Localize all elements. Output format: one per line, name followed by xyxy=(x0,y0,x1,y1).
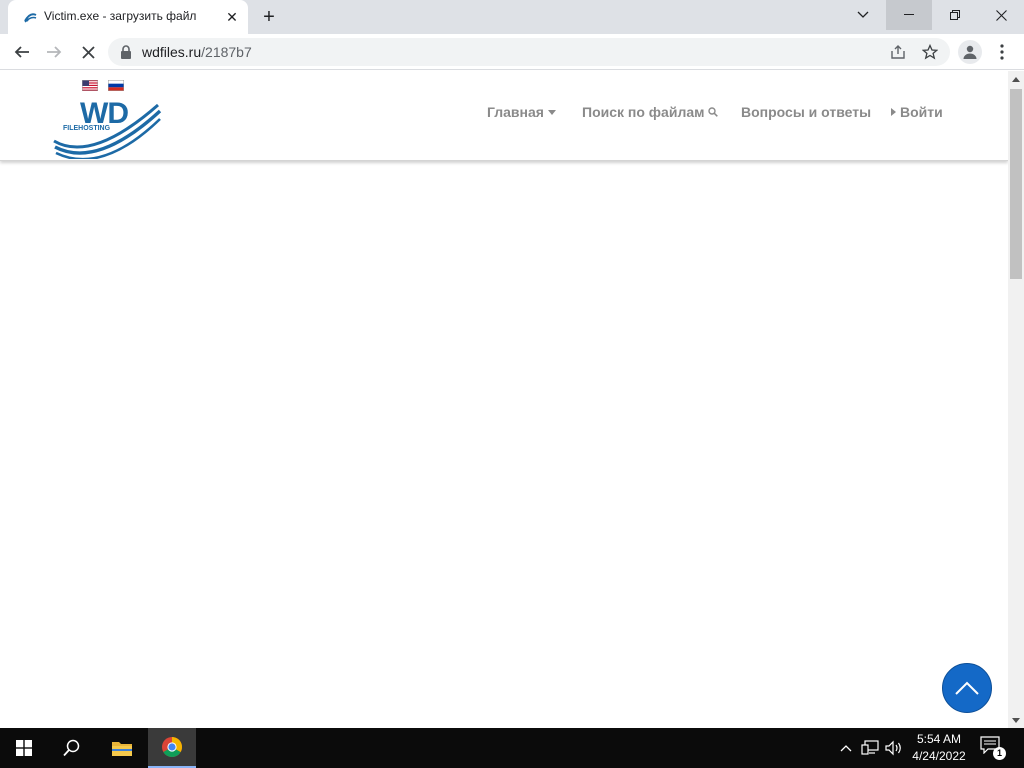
clock-time: 5:54 AM xyxy=(916,732,962,746)
volume-icon xyxy=(885,740,901,756)
nav-faq[interactable]: Вопросы и ответы xyxy=(741,102,871,122)
scroll-down-button[interactable] xyxy=(1008,712,1024,728)
tab-close-icon[interactable]: ✕ xyxy=(224,9,240,25)
star-icon xyxy=(922,44,938,60)
chrome-taskbar-button[interactable] xyxy=(148,728,196,768)
browser-menu-button[interactable] xyxy=(992,40,1012,64)
browser-toolbar: wdfiles.ru/2187b7 xyxy=(0,34,1024,70)
stop-loading-icon xyxy=(81,45,95,59)
scroll-to-top-button[interactable] xyxy=(942,663,992,713)
back-button[interactable] xyxy=(8,38,36,66)
notification-count-badge: 1 xyxy=(993,747,1006,760)
scroll-up-button[interactable] xyxy=(1008,71,1024,87)
url-path: /2187b7 xyxy=(201,44,252,60)
search-icon xyxy=(63,739,80,757)
nav-home[interactable]: Главная xyxy=(487,102,556,122)
network-icon xyxy=(861,740,879,755)
taskbar-search-button[interactable] xyxy=(48,728,96,768)
bookmark-button[interactable] xyxy=(920,42,940,62)
browser-titlebar: Victim.exe - загрузить файл ✕ + xyxy=(0,0,1024,34)
tab-search-button[interactable] xyxy=(840,0,886,30)
share-icon xyxy=(891,45,905,59)
profile-icon xyxy=(963,45,977,59)
url-host: wdfiles.ru xyxy=(142,44,202,60)
us-flag-icon[interactable] xyxy=(82,80,98,91)
site-header: WD FILEHOSTING Главная Поиск по файлам В… xyxy=(0,71,1008,161)
show-hidden-icons-button[interactable] xyxy=(836,738,856,758)
address-bar[interactable]: wdfiles.ru/2187b7 xyxy=(108,38,950,66)
network-button[interactable] xyxy=(860,738,880,758)
taskbar-clock[interactable]: 5:54 AM 4/24/2022 xyxy=(906,731,972,765)
caret-right-icon xyxy=(891,108,896,116)
volume-button[interactable] xyxy=(884,738,904,758)
folder-icon xyxy=(112,742,132,756)
back-arrow-icon xyxy=(14,46,29,58)
nav-search-label: Поиск по файлам xyxy=(582,104,705,120)
restore-button[interactable] xyxy=(932,0,978,30)
scrollbar-thumb[interactable] xyxy=(1010,89,1022,279)
minimize-button[interactable] xyxy=(886,0,932,30)
windows-taskbar: 5:54 AM 4/24/2022 1 xyxy=(0,728,1024,768)
new-tab-button[interactable]: + xyxy=(256,6,282,28)
scroll-up-arrow-icon xyxy=(1012,76,1020,82)
url-text[interactable]: wdfiles.ru/2187b7 xyxy=(142,44,252,60)
tab-title: Victim.exe - загрузить файл xyxy=(44,9,197,23)
nav-search[interactable]: Поиск по файлам xyxy=(582,102,719,122)
close-icon xyxy=(995,9,1007,21)
windows-logo-icon xyxy=(16,740,32,756)
logo-tagline: FILEHOSTING xyxy=(63,125,111,132)
page-viewport: WD FILEHOSTING Главная Поиск по файлам В… xyxy=(0,71,1008,728)
more-vert-icon xyxy=(1000,44,1004,60)
site-logo[interactable]: WD FILEHOSTING xyxy=(52,97,162,159)
page-scrollbar[interactable] xyxy=(1008,71,1024,728)
lock-icon[interactable] xyxy=(120,45,132,59)
forward-button[interactable] xyxy=(40,38,68,66)
minimize-icon xyxy=(904,14,914,15)
wdfiles-favicon-icon xyxy=(24,13,37,23)
chevron-down-icon xyxy=(857,11,869,18)
share-button[interactable] xyxy=(888,42,908,62)
chevron-up-icon xyxy=(955,681,979,695)
clock-date: 4/24/2022 xyxy=(912,749,966,763)
search-icon xyxy=(708,107,719,117)
ru-flag-icon[interactable] xyxy=(108,80,124,91)
browser-tab[interactable]: Victim.exe - загрузить файл ✕ xyxy=(8,0,248,34)
forward-arrow-icon xyxy=(47,46,62,58)
stop-loading-button[interactable] xyxy=(74,38,102,66)
profile-button[interactable] xyxy=(958,40,982,64)
nav-home-label: Главная xyxy=(487,104,544,120)
action-center-button[interactable]: 1 xyxy=(980,736,1006,760)
chrome-icon xyxy=(162,737,182,757)
restore-icon xyxy=(950,10,960,20)
file-explorer-button[interactable] xyxy=(98,728,146,768)
nav-login-label: Войти xyxy=(900,104,943,120)
scroll-down-arrow-icon xyxy=(1012,717,1020,723)
nav-faq-label: Вопросы и ответы xyxy=(741,104,872,120)
chevron-up-icon xyxy=(840,744,852,751)
close-window-button[interactable] xyxy=(978,0,1024,30)
caret-down-icon xyxy=(547,109,556,115)
start-button[interactable] xyxy=(0,728,48,768)
nav-login[interactable]: Войти xyxy=(891,102,943,122)
